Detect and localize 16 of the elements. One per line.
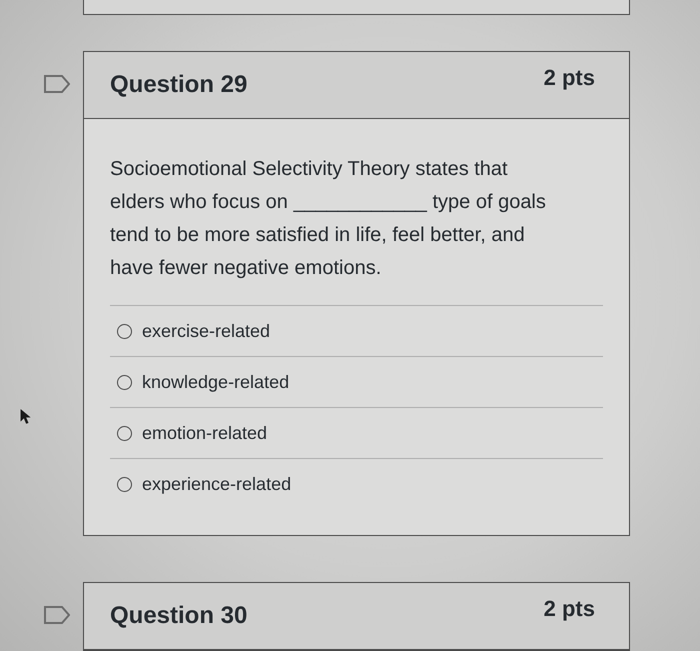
radio-button[interactable] — [117, 476, 132, 492]
radio-button[interactable] — [117, 426, 132, 440]
flag-icon[interactable] — [44, 75, 70, 93]
points-label: 2 pts — [544, 596, 595, 622]
mouse-pointer-icon — [20, 408, 31, 425]
answer-option[interactable]: experience-related — [117, 474, 292, 494]
flag-icon[interactable] — [44, 606, 70, 624]
radio-button[interactable] — [117, 374, 132, 390]
question-text: Socioemotional Selectivity Theory states that elders who focus on ____________ type of goals tend to be more satisfied in life, feel better, and have fewer negative emotions. — [110, 157, 547, 281]
answer-option[interactable]: knowledge-related — [117, 372, 290, 392]
points-label: 2 pts — [544, 65, 595, 91]
question-title: Question 30 — [110, 602, 248, 630]
question-title: Question 29 — [110, 71, 248, 99]
answer-option[interactable]: exercise-related — [117, 320, 270, 342]
radio-button[interactable] — [117, 324, 132, 338]
answer-option[interactable]: emotion-related — [117, 422, 268, 444]
